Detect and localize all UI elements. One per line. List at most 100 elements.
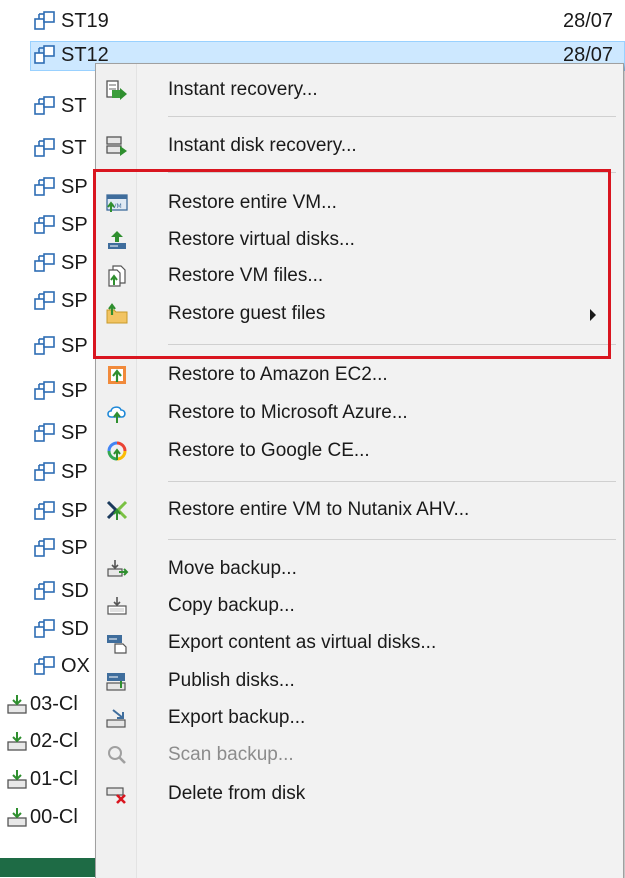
publish-disks-icon [106, 673, 126, 691]
scan-backup-icon [108, 746, 126, 764]
tree-row-label: SP [61, 537, 88, 559]
menu-item-label: Restore virtual disks... [168, 229, 355, 250]
menu-item-label: Instant disk recovery... [168, 135, 357, 156]
menu-separator [168, 172, 616, 173]
tree-row-label: SP [61, 461, 88, 483]
amazon-ec2-icon [108, 366, 126, 384]
tree-row-label: SP [61, 214, 88, 236]
menu-item-label: Restore to Microsoft Azure... [168, 402, 408, 423]
vm-icon [34, 619, 55, 638]
menu-item-copy-backup[interactable]: Copy backup... [96, 587, 623, 625]
context-menu: Instant recovery... Instant disk recover… [95, 63, 624, 878]
menu-separator [168, 344, 616, 345]
menu-item-label: Copy backup... [168, 595, 295, 616]
menu-item-label: Restore to Amazon EC2... [168, 364, 388, 385]
backup-job-icon [7, 770, 27, 789]
instant-recovery-icon [106, 80, 127, 100]
menu-item-restore-google-ce[interactable]: Restore to Google CE... [96, 432, 623, 470]
menu-item-restore-nutanix[interactable]: Restore entire VM to Nutanix AHV... [96, 491, 623, 529]
submenu-arrow-icon [590, 309, 596, 321]
vm-icon [34, 138, 55, 157]
vm-icon [34, 96, 55, 115]
tree-row-label: SD [61, 618, 89, 640]
menu-separator [168, 539, 616, 540]
menu-item-label: Publish disks... [168, 670, 295, 691]
menu-item-label: Restore to Google CE... [168, 440, 370, 461]
tree-row-label: SD [61, 580, 89, 602]
menu-separator [168, 481, 616, 482]
vm-icon [34, 177, 55, 196]
menu-item-restore-vm-files[interactable]: Restore VM files... [96, 257, 623, 295]
menu-item-restore-entire-vm[interactable]: VM Restore entire VM... [96, 184, 623, 222]
menu-item-restore-guest-files[interactable]: Restore guest files [96, 295, 623, 333]
vm-icon [34, 253, 55, 272]
delete-from-disk-icon [106, 787, 126, 804]
backup-job-icon [7, 732, 27, 751]
vm-icon [34, 501, 55, 520]
tree-row-label: ST [61, 95, 87, 117]
vm-icon [34, 11, 55, 30]
menu-item-move-backup[interactable]: Move backup... [96, 550, 623, 588]
restore-vm-icon: VM [106, 194, 128, 212]
tree-row-label: OX [61, 655, 90, 677]
menu-item-instant-disk-recovery[interactable]: Instant disk recovery... [96, 127, 623, 165]
nutanix-icon [106, 500, 128, 520]
menu-item-restore-azure[interactable]: Restore to Microsoft Azure... [96, 394, 623, 432]
tree-row-date: 28/07 [563, 10, 614, 32]
vm-icon [34, 45, 55, 64]
backup-job-icon [7, 695, 27, 714]
menu-separator [168, 116, 616, 117]
restore-files-icon [108, 265, 126, 287]
menu-item-restore-virtual-disks[interactable]: Restore virtual disks... [96, 221, 623, 259]
menu-item-label: Restore entire VM to Nutanix AHV... [168, 499, 470, 520]
export-content-icon [107, 635, 127, 654]
menu-item-export-backup[interactable]: Export backup... [96, 699, 623, 737]
tree-row-label: 00-Cl [30, 806, 78, 828]
menu-item-label: Export backup... [168, 707, 306, 728]
vm-icon [34, 538, 55, 557]
vm-icon [34, 423, 55, 442]
tree-row-label: SP [61, 422, 88, 444]
menu-item-publish-disks[interactable]: Publish disks... [96, 662, 623, 700]
vm-icon [34, 381, 55, 400]
tree-row[interactable]: ST19 28/07 [0, 4, 625, 38]
tree-row-label: SP [61, 335, 88, 357]
menu-item-label: Restore guest files [168, 303, 326, 324]
menu-item-label: Restore VM files... [168, 265, 324, 286]
tree-row-label: SP [61, 290, 88, 312]
vm-icon [34, 462, 55, 481]
menu-item-label: Scan backup... [168, 744, 294, 765]
menu-item-scan-backup: Scan backup... [96, 736, 623, 774]
restore-disks-icon [108, 231, 126, 249]
azure-icon [107, 406, 126, 423]
backup-job-icon [7, 808, 27, 827]
tree-row-label: ST [61, 137, 87, 159]
menu-item-restore-amazon-ec2[interactable]: Restore to Amazon EC2... [96, 356, 623, 394]
instant-disk-recovery-icon [106, 136, 127, 156]
vm-icon [34, 656, 55, 675]
menu-item-export-content[interactable]: Export content as virtual disks... [96, 624, 623, 662]
tree-row-label: SP [61, 252, 88, 274]
export-backup-icon [106, 709, 126, 728]
move-backup-icon [107, 560, 129, 577]
menu-item-label: Move backup... [168, 558, 297, 579]
vm-icon [34, 291, 55, 310]
menu-item-label: Instant recovery... [168, 79, 318, 100]
copy-backup-icon [107, 597, 127, 615]
restore-guest-files-icon [106, 303, 128, 324]
tree-row-label: 01-Cl [30, 768, 78, 790]
menu-item-delete-from-disk[interactable]: Delete from disk [96, 775, 623, 813]
menu-item-instant-recovery[interactable]: Instant recovery... [96, 71, 623, 109]
vm-icon [34, 215, 55, 234]
menu-item-label: Restore entire VM... [168, 192, 337, 213]
tree-row-label: ST19 [61, 10, 109, 32]
menu-item-label: Delete from disk [168, 783, 306, 804]
status-bar-fragment [0, 858, 95, 877]
google-ce-icon [107, 441, 127, 461]
tree-row-label: SP [61, 380, 88, 402]
vm-icon [34, 336, 55, 355]
tree-row-label: SP [61, 176, 88, 198]
menu-item-label: Export content as virtual disks... [168, 632, 437, 653]
tree-row-label: 03-Cl [30, 693, 78, 715]
tree-row-label: SP [61, 500, 88, 522]
